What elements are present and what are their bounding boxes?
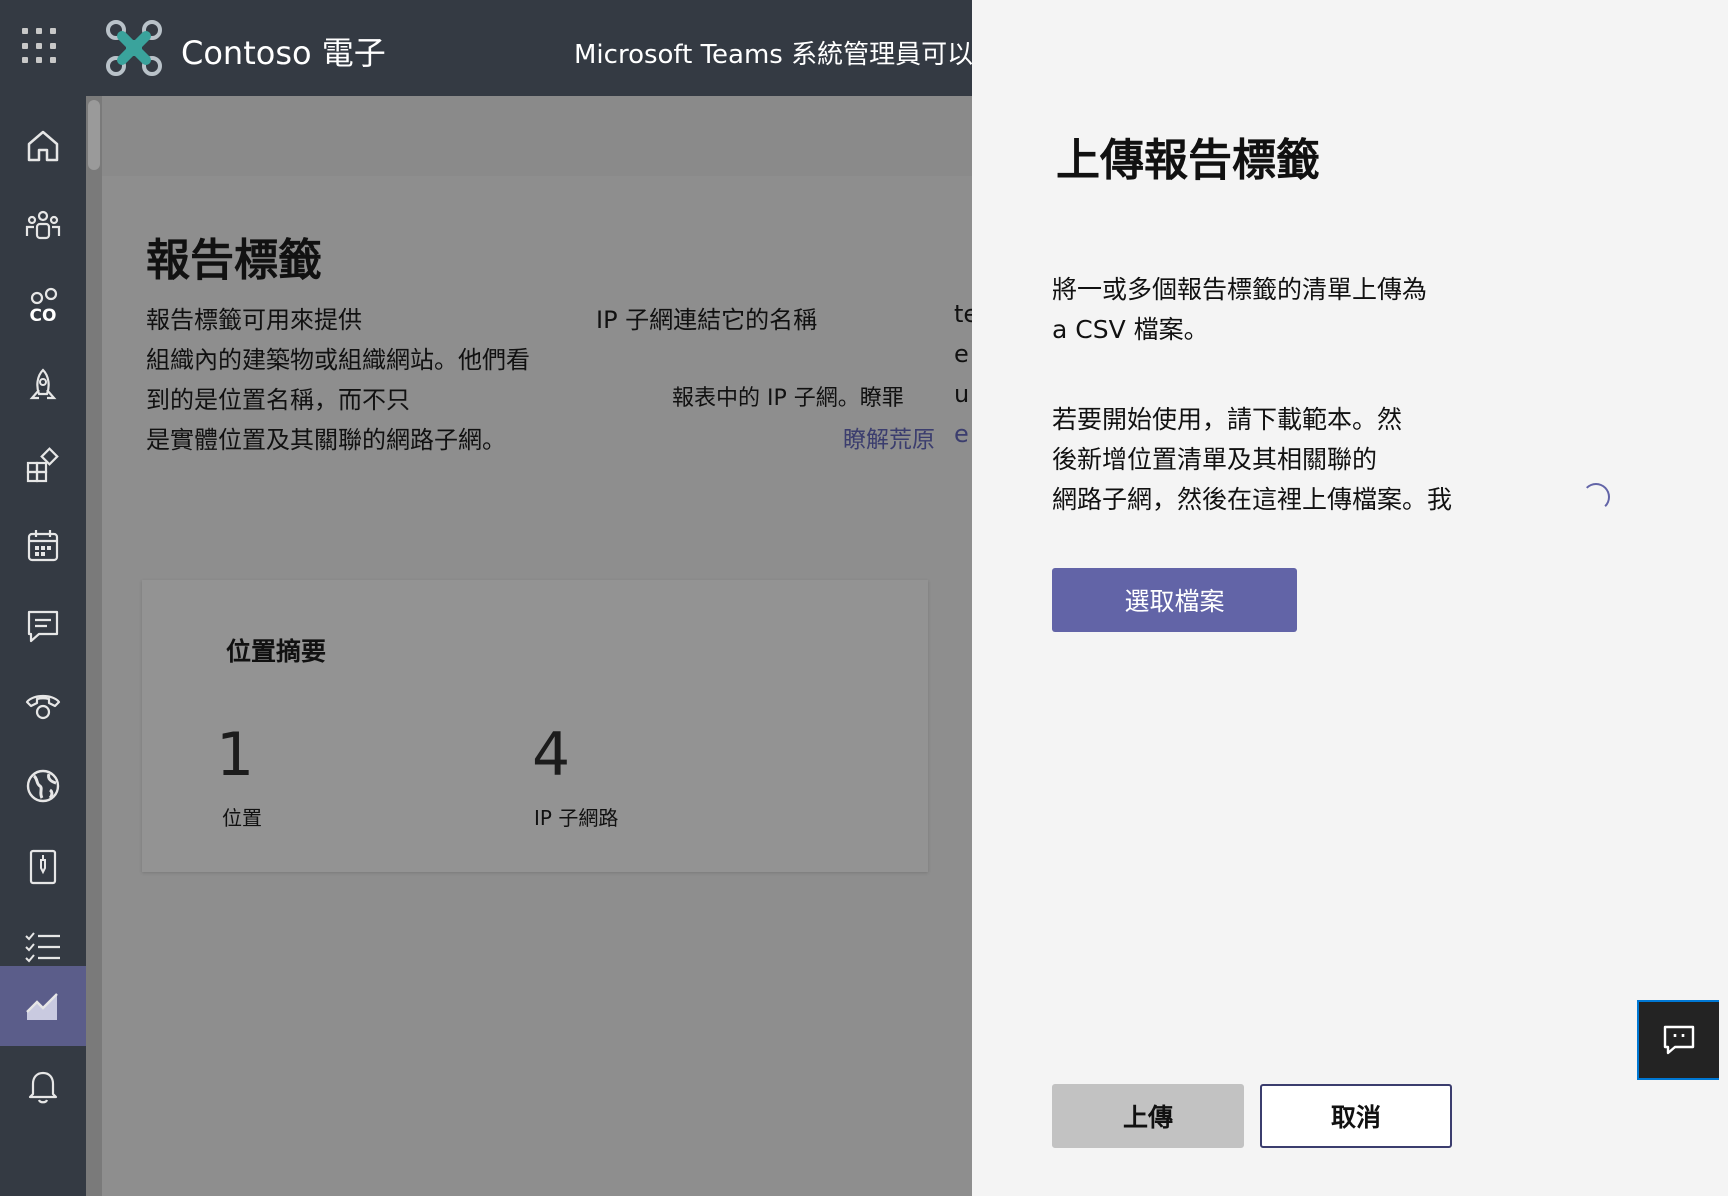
upload-panel: 上傳報告標籤 將一或多個報告標籤的清單上傳為 a CSV 檔案。 若要開始使用，… [972,0,1728,1196]
rail-item-users[interactable]: CO [0,266,86,346]
rail-users-label: CO [29,306,57,326]
org-name: Contoso 電子 [181,34,386,72]
main-content: 報告標籤 報告標籤可用來提供 組織內的建築物或組織網站。他們看 到的是位置名稱，… [86,96,972,1196]
panel-title: 上傳報告標籤 [1056,135,1320,186]
locations-count: 1 [216,720,255,790]
panel-para2-line-3: 網路子網，然後在這裡上傳檔案。我 [1052,485,1453,514]
header-band [102,96,972,176]
app-title: Microsoft Teams 系統管理員可以 [574,40,972,70]
voice-icon [25,694,61,720]
rail-item-deployment[interactable] [0,346,86,426]
contoso-logo-icon [106,20,162,76]
rail-item-locations[interactable] [0,746,86,826]
app-launcher-icon[interactable] [22,28,58,64]
description-col2-line-3: 報表中的 IP 子網。瞭罪 [672,386,904,411]
description-col3-line-2: e [954,340,969,368]
description-line-2: 組織內的建築物或組織網站。他們看 [146,346,530,374]
ip-subnets-count: 4 [532,720,571,790]
location-summary-card: 位置摘要 1 位置 4 IP 子網路 [142,580,928,872]
top-bar: Contoso 電子 Microsoft Teams 系統管理員可以 [0,0,972,96]
messaging-icon [27,610,59,643]
home-icon [27,130,59,162]
loading-spinner-icon [1582,483,1610,511]
deployment-icon [29,368,57,400]
rail-item-analytics[interactable] [0,966,86,1046]
feedback-icon [1663,1025,1695,1055]
panel-para1-line-1: 將一或多個報告標籤的清單上傳為 [1052,275,1428,304]
rail-item-voice[interactable] [0,666,86,746]
upload-button[interactable]: 上傳 [1052,1084,1244,1148]
description-line-1: 報告標籤可用來提供 [146,306,362,334]
feedback-button[interactable] [1637,1000,1719,1080]
description-col2-line-1: IP 子網連結它的名稱 [596,306,818,334]
bell-icon [28,1071,58,1104]
rail-item-teams[interactable] [0,186,86,266]
checklist-icon [25,932,60,963]
rail-item-messaging[interactable] [0,586,86,666]
teams-icon [25,210,61,240]
rail-item-policy-packages[interactable] [0,826,86,906]
description-col3-line-4: e [954,420,969,448]
page-title: 報告標籤 [146,235,322,286]
cancel-button[interactable]: 取消 [1260,1084,1452,1148]
panel-para2-line-2: 後新增位置清單及其相關聯的 [1052,445,1378,474]
rail-item-apps[interactable] [0,426,86,506]
rail-item-home[interactable] [0,106,86,186]
rail-item-notifications[interactable] [0,1046,86,1126]
description-line-4: 是實體位置及其關聯的網路子網。 [146,426,506,454]
panel-para2-line-1: 若要開始使用，請下載範本。然 [1052,405,1403,434]
globe-icon [26,769,60,803]
apps-icon [26,447,59,483]
ip-subnets-label: IP 子網路 [534,806,619,830]
rail-item-meetings[interactable] [0,506,86,586]
card-title: 位置摘要 [226,637,327,666]
main-scrollbar[interactable] [86,96,102,1196]
policy-package-icon [29,849,57,885]
choose-file-button[interactable]: 選取檔案 [1052,568,1297,632]
description-col3-line-3: u [954,380,970,408]
description-col3-line-1: te [954,300,972,328]
users-icon [30,287,58,305]
learn-more-link[interactable]: 瞭解荒原 [843,420,935,454]
analytics-icon [26,993,58,1020]
locations-label: 位置 [222,806,262,830]
meetings-icon [27,530,59,562]
left-rail: CO [0,96,86,1196]
description-line-3: 到的是位置名稱，而不只 [146,386,410,414]
panel-para1-line-2: a CSV 檔案。 [1052,315,1209,344]
